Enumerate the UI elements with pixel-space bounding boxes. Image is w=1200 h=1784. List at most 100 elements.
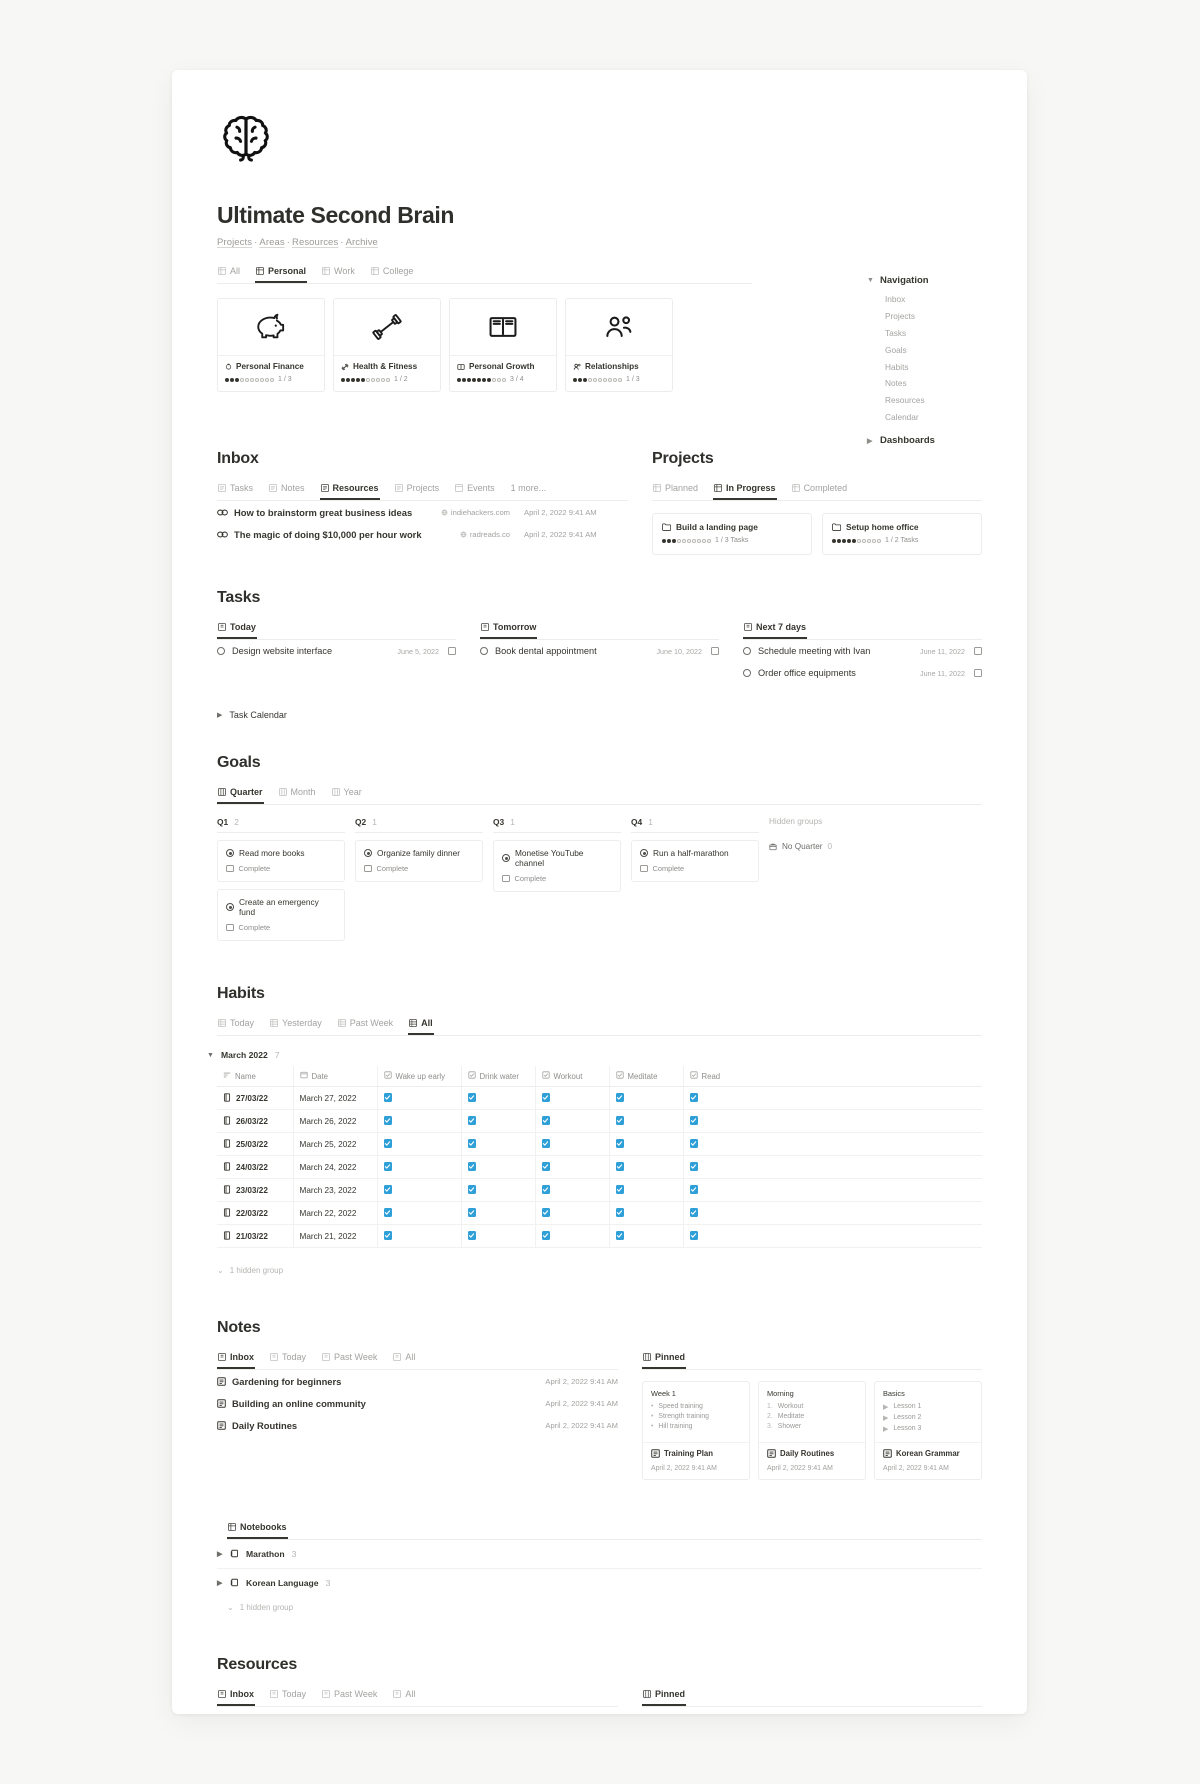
habits-tab-yesterday[interactable]: Yesterday (269, 1014, 323, 1035)
task-row[interactable]: Schedule meeting with Ivan June 11, 2022 (743, 640, 982, 662)
goal-checkbox[interactable] (640, 864, 648, 873)
checkbox-checked[interactable] (615, 1116, 624, 1125)
no-quarter-group[interactable]: No Quarter 0 (769, 842, 832, 851)
checkbox-checked[interactable] (689, 1231, 698, 1240)
table-row[interactable]: 25/03/22 March 25, 2022 (217, 1132, 982, 1156)
cell-habit-2[interactable] (535, 1109, 610, 1133)
area-card-health-fitness[interactable]: Health & Fitness 1 / 2 (333, 298, 441, 392)
cell-habit-1[interactable] (461, 1109, 536, 1133)
cell-habit-0[interactable] (377, 1201, 462, 1225)
cell-habit-3[interactable] (609, 1086, 684, 1110)
area-card-personal-finance[interactable]: Personal Finance 1 / 3 (217, 298, 325, 392)
tab-work[interactable]: Work (321, 262, 356, 283)
cell-habit-4[interactable] (683, 1224, 982, 1248)
goal-card[interactable]: Create an emergency fund Complete (217, 889, 345, 941)
breadcrumb-resources[interactable]: Resources (292, 237, 338, 248)
col-wake-up-early[interactable]: Wake up early (377, 1066, 462, 1087)
tab-personal[interactable]: Personal (255, 262, 308, 283)
table-row[interactable]: 27/03/22 March 27, 2022 (217, 1086, 982, 1110)
habits-tab-all[interactable]: All (408, 1014, 434, 1035)
task-tab-tomorrow[interactable]: Tomorrow (480, 618, 538, 639)
goal-checkbox[interactable] (502, 874, 510, 883)
checkbox-checked[interactable] (383, 1185, 392, 1194)
inbox-tab-projects[interactable]: Projects (394, 479, 441, 500)
checkbox-checked[interactable] (541, 1185, 550, 1194)
cell-habit-4[interactable] (683, 1155, 982, 1179)
task-checkbox[interactable] (711, 647, 719, 655)
task-checkbox[interactable] (448, 647, 456, 655)
col-date[interactable]: Date (293, 1066, 378, 1087)
caret-right-icon[interactable]: ▶ (867, 437, 874, 445)
status-circle-icon[interactable] (480, 647, 488, 655)
cell-habit-0[interactable] (377, 1109, 462, 1133)
task-column-tab[interactable]: Next 7 days (743, 618, 982, 640)
breadcrumb-projects[interactable]: Projects (217, 237, 252, 248)
cell-habit-0[interactable] (377, 1178, 462, 1202)
inbox-tab-bar[interactable]: Tasks Notes Resources Projects Events 1 … (217, 479, 628, 501)
inbox-tab-notes[interactable]: Notes (268, 479, 306, 500)
col-read[interactable]: Read (683, 1066, 982, 1087)
col-name[interactable]: Name (217, 1066, 294, 1087)
navigation-header[interactable]: ▼ Navigation (867, 275, 997, 286)
cell-habit-4[interactable] (683, 1109, 982, 1133)
task-checkbox[interactable] (974, 669, 982, 677)
checkbox-checked[interactable] (467, 1208, 476, 1217)
projects-tab-planned[interactable]: Planned (652, 479, 699, 500)
caret-down-icon[interactable]: ▼ (867, 277, 874, 284)
cell-date[interactable]: March 25, 2022 (293, 1132, 378, 1156)
checkbox-checked[interactable] (689, 1185, 698, 1194)
cell-habit-2[interactable] (535, 1155, 610, 1179)
nav-item-habits[interactable]: Habits (885, 358, 997, 375)
checkbox-checked[interactable] (689, 1139, 698, 1148)
habits-tab-today[interactable]: Today (217, 1014, 255, 1035)
cell-habit-1[interactable] (461, 1086, 536, 1110)
cell-name[interactable]: 24/03/22 (217, 1155, 294, 1179)
status-circle-icon[interactable] (743, 669, 751, 677)
cell-habit-3[interactable] (609, 1178, 684, 1202)
nav-item-calendar[interactable]: Calendar (885, 408, 997, 425)
project-card[interactable]: Setup home office 1 / 2 Tasks (822, 513, 982, 555)
table-row[interactable]: 26/03/22 March 26, 2022 (217, 1109, 982, 1133)
inbox-tab-events[interactable]: Events (454, 479, 496, 500)
checkbox-checked[interactable] (541, 1208, 550, 1217)
task-row[interactable]: Book dental appointment June 10, 2022 (480, 640, 719, 662)
notes-tab-all[interactable]: All (392, 1348, 416, 1369)
checkbox-checked[interactable] (467, 1116, 476, 1125)
checkbox-checked[interactable] (615, 1139, 624, 1148)
checkbox-checked[interactable] (383, 1139, 392, 1148)
cell-habit-4[interactable] (683, 1178, 982, 1202)
task-column-tab[interactable]: Tomorrow (480, 618, 719, 640)
goals-tab-month[interactable]: Month (278, 783, 317, 804)
goal-card[interactable]: Run a half-marathon Complete (631, 840, 759, 882)
cell-habit-3[interactable] (609, 1109, 684, 1133)
list-item[interactable]: The magic of doing $10,000 per hour work… (217, 523, 628, 545)
notes-tab-inbox[interactable]: Inbox (217, 1348, 255, 1369)
checkbox-checked[interactable] (689, 1162, 698, 1171)
table-row[interactable]: 23/03/22 March 23, 2022 (217, 1178, 982, 1202)
cell-habit-2[interactable] (535, 1086, 610, 1110)
cell-habit-3[interactable] (609, 1155, 684, 1179)
cell-habit-1[interactable] (461, 1155, 536, 1179)
cell-date[interactable]: March 22, 2022 (293, 1201, 378, 1225)
pinned-note-card[interactable]: Morning 1. Workout 2. Meditate 3. Shower Da… (758, 1381, 866, 1480)
checkbox-checked[interactable] (541, 1116, 550, 1125)
goal-card[interactable]: Read more books Complete (217, 840, 345, 882)
goal-card[interactable]: Organize family dinner Complete (355, 840, 483, 882)
resources-tab-pinned[interactable]: Pinned (642, 1685, 687, 1706)
dashboards-header[interactable]: ▶ Dashboards (867, 435, 997, 446)
goals-tab-year[interactable]: Year (331, 783, 363, 804)
cell-habit-4[interactable] (683, 1086, 982, 1110)
checkbox-checked[interactable] (541, 1231, 550, 1240)
cell-date[interactable]: March 21, 2022 (293, 1224, 378, 1248)
task-row[interactable]: Design website interface June 5, 2022 (217, 640, 456, 662)
checkbox-checked[interactable] (541, 1093, 550, 1102)
cell-name[interactable]: 26/03/22 (217, 1109, 294, 1133)
cell-habit-0[interactable] (377, 1224, 462, 1248)
task-tab-next-7-days[interactable]: Next 7 days (743, 618, 808, 639)
resources-tab-past-week[interactable]: Past Week (321, 1685, 378, 1706)
goal-checkbox[interactable] (226, 923, 234, 932)
cell-habit-3[interactable] (609, 1132, 684, 1156)
inbox-tab-more[interactable]: 1 more... (510, 479, 548, 500)
cell-habit-0[interactable] (377, 1132, 462, 1156)
caret-down-icon[interactable]: ▼ (207, 1052, 214, 1059)
